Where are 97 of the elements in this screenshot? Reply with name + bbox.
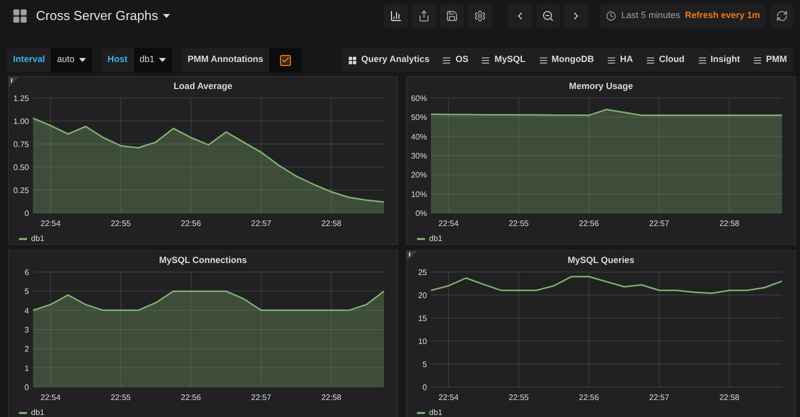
- settings-button[interactable]: [468, 4, 492, 28]
- refresh-icon: [776, 10, 788, 22]
- legend-label[interactable]: db1: [429, 408, 442, 417]
- caret-icon: [163, 14, 170, 18]
- caret-icon: [158, 58, 166, 62]
- menu-icon: [698, 56, 706, 64]
- y-tick-label: 3: [24, 326, 29, 334]
- dashboard-title[interactable]: Cross Server Graphs: [36, 6, 158, 26]
- variable-dropdown[interactable]: db1: [134, 48, 172, 72]
- time-picker[interactable]: Last 5 minutes Refresh every 1m: [600, 4, 766, 28]
- y-tick-label: 5: [24, 287, 29, 296]
- save-icon: [446, 10, 458, 22]
- y-tick-label: 0.50: [13, 163, 29, 172]
- y-tick-label: 1.00: [13, 117, 29, 126]
- y-tick-label: 15: [418, 314, 427, 323]
- y-tick-label: 1.25: [13, 94, 29, 103]
- y-tick-label: 60%: [410, 94, 427, 103]
- dashboard-link[interactable]: MongoDB: [538, 53, 594, 67]
- clock-icon: [606, 11, 616, 21]
- x-tick-label: 22:56: [578, 219, 599, 228]
- x-tick-label: 22:58: [719, 393, 740, 402]
- y-tick-label: 0%: [415, 209, 427, 218]
- y-tick-label: 0: [24, 383, 29, 392]
- y-tick-label: 0: [422, 383, 427, 392]
- y-tick-label: 40%: [410, 132, 427, 142]
- menu-icon: [442, 56, 452, 64]
- x-tick-label: 22:58: [321, 219, 342, 228]
- y-tick-label: 20: [418, 291, 427, 300]
- time-range: Last 5 minutes: [621, 9, 680, 22]
- dashboard-link[interactable]: HA: [607, 53, 633, 67]
- save-button[interactable]: [440, 4, 464, 28]
- dashboard-link[interactable]: Cloud: [646, 53, 684, 67]
- x-tick-label: 22:55: [110, 393, 131, 402]
- x-tick-label: 22:57: [649, 393, 670, 402]
- x-tick-label: 22:58: [719, 219, 740, 228]
- refresh-interval: Refresh every 1m: [684, 9, 760, 22]
- dashboard-link[interactable]: Insight: [698, 53, 740, 67]
- y-tick-label: 4: [24, 306, 29, 316]
- x-tick-label: 22:54: [40, 393, 61, 402]
- legend-label[interactable]: db1: [429, 234, 442, 244]
- y-tick-label: 10%: [410, 190, 427, 199]
- panel-title: MySQL Queries: [568, 254, 634, 267]
- variable-label: Interval: [12, 53, 46, 66]
- y-tick-label: 20%: [410, 170, 427, 180]
- y-tick-label: 10: [418, 337, 427, 346]
- variable-label: PMM Annotations: [186, 53, 264, 66]
- annotations-checkbox[interactable]: [280, 54, 292, 66]
- add-panel-button[interactable]: [384, 4, 408, 28]
- caret-icon: [78, 58, 86, 62]
- grid-icon: [348, 56, 358, 64]
- y-tick-label: 30%: [410, 152, 427, 160]
- dashboard-link[interactable]: OS: [442, 53, 468, 67]
- x-tick-label: 22:55: [110, 219, 131, 228]
- y-tick-label: 1: [24, 364, 29, 373]
- refresh-button[interactable]: [770, 4, 794, 28]
- y-tick-label: 50%: [410, 113, 427, 122]
- legend-label[interactable]: db1: [31, 408, 44, 417]
- menu-icon: [538, 56, 548, 64]
- legend-label[interactable]: db1: [31, 234, 44, 244]
- y-tick-label: 0.75: [13, 140, 29, 149]
- y-tick-label: 25: [418, 268, 427, 277]
- x-tick-label: 22:56: [180, 219, 201, 228]
- x-tick-label: 22:56: [578, 393, 599, 402]
- panel-title: Memory Usage: [568, 80, 634, 93]
- x-tick-label: 22:57: [251, 219, 272, 228]
- x-tick-label: 22:54: [438, 219, 459, 228]
- dashboard-link[interactable]: Query Analytics: [348, 53, 430, 67]
- x-tick-label: 22:56: [180, 393, 201, 402]
- menu-icon: [646, 56, 655, 64]
- menu-icon: [481, 56, 490, 64]
- y-tick-label: 0: [24, 209, 29, 218]
- x-tick-label: 22:55: [508, 219, 529, 228]
- x-tick-label: 22:54: [438, 393, 459, 402]
- panel-title: MySQL Connections: [159, 254, 247, 267]
- dashboard-grid-icon[interactable]: [12, 8, 28, 24]
- zoom-out-icon: [542, 10, 554, 22]
- check-icon: [281, 55, 290, 65]
- dashboard-link[interactable]: MySQL: [481, 53, 526, 67]
- y-tick-label: 0.25: [13, 186, 29, 195]
- y-tick-label: 5: [422, 360, 427, 369]
- x-tick-label: 22:57: [251, 393, 272, 402]
- settings-icon: [474, 10, 486, 22]
- x-tick-label: 22:54: [40, 219, 61, 228]
- variable-dropdown[interactable]: auto: [51, 48, 92, 72]
- zoom-out-button[interactable]: [536, 4, 560, 28]
- menu-icon: [753, 56, 762, 64]
- share-button[interactable]: [412, 4, 436, 28]
- variable-label: Host: [106, 53, 129, 66]
- panel-title: Load Average: [174, 80, 232, 93]
- y-tick-label: 2: [24, 344, 29, 354]
- y-tick-label: 6: [24, 268, 29, 277]
- x-tick-label: 22:57: [649, 219, 670, 228]
- share-icon: [418, 10, 430, 22]
- menu-icon: [607, 56, 616, 64]
- dashboard-link[interactable]: PMM: [753, 53, 787, 67]
- x-tick-label: 22:55: [508, 393, 529, 402]
- x-tick-label: 22:58: [321, 393, 342, 402]
